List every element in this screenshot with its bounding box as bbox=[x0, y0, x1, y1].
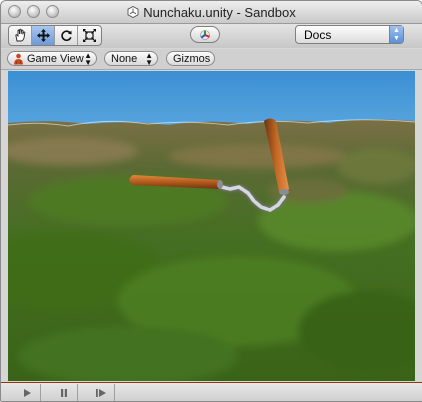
gizmos-button[interactable]: Gizmos bbox=[166, 51, 215, 66]
game-view-label: Game View bbox=[27, 53, 84, 65]
scene-render bbox=[8, 71, 415, 381]
chevron-updown-icon: ▲ ▼ bbox=[389, 26, 403, 43]
hand-tool-button[interactable] bbox=[9, 26, 32, 45]
axis-gizmo-button[interactable] bbox=[190, 26, 220, 43]
scale-tool-icon bbox=[83, 29, 96, 42]
pause-button[interactable] bbox=[50, 384, 78, 401]
move-tool-icon bbox=[36, 29, 50, 42]
person-icon bbox=[14, 53, 23, 65]
move-tool-button[interactable] bbox=[32, 26, 55, 45]
window-title: Nunchaku.unity - Sandbox bbox=[143, 5, 296, 20]
game-viewport[interactable] bbox=[8, 71, 415, 381]
game-view-dropdown[interactable]: Game View ▲ ▼ bbox=[7, 51, 97, 67]
unity-document-icon bbox=[127, 6, 139, 18]
docs-dropdown[interactable]: Docs ▲ ▼ bbox=[295, 25, 404, 44]
render-mode-label: None bbox=[111, 53, 138, 65]
chevron-updown-icon: ▲ ▼ bbox=[145, 51, 153, 67]
hand-tool-icon bbox=[14, 28, 25, 42]
title-bar: Nunchaku.unity - Sandbox bbox=[1, 1, 422, 24]
window-title-area: Nunchaku.unity - Sandbox bbox=[1, 5, 422, 20]
rotate-tool-button[interactable] bbox=[55, 26, 78, 45]
rotate-tool-icon bbox=[60, 30, 72, 42]
pause-icon bbox=[60, 388, 67, 397]
axis-gizmo-icon bbox=[200, 29, 210, 40]
step-icon bbox=[95, 388, 106, 397]
gizmos-label: Gizmos bbox=[173, 53, 211, 65]
playback-bar bbox=[1, 382, 422, 401]
chevron-updown-icon: ▲ ▼ bbox=[84, 51, 92, 67]
step-button[interactable] bbox=[87, 384, 115, 401]
transform-tools bbox=[8, 25, 102, 46]
play-icon bbox=[23, 388, 31, 397]
docs-label: Docs bbox=[304, 28, 332, 42]
view-options-bar: Game View ▲ ▼ None ▲ ▼ Gizmos bbox=[1, 49, 422, 70]
scale-tool-button[interactable] bbox=[78, 26, 101, 45]
play-button[interactable] bbox=[13, 384, 41, 401]
main-toolbar: Docs ▲ ▼ bbox=[1, 24, 422, 48]
render-mode-dropdown[interactable]: None ▲ ▼ bbox=[104, 51, 158, 67]
unity-window: Nunchaku.unity - Sandbox Docs ▲ ▼ Game V… bbox=[0, 0, 422, 402]
